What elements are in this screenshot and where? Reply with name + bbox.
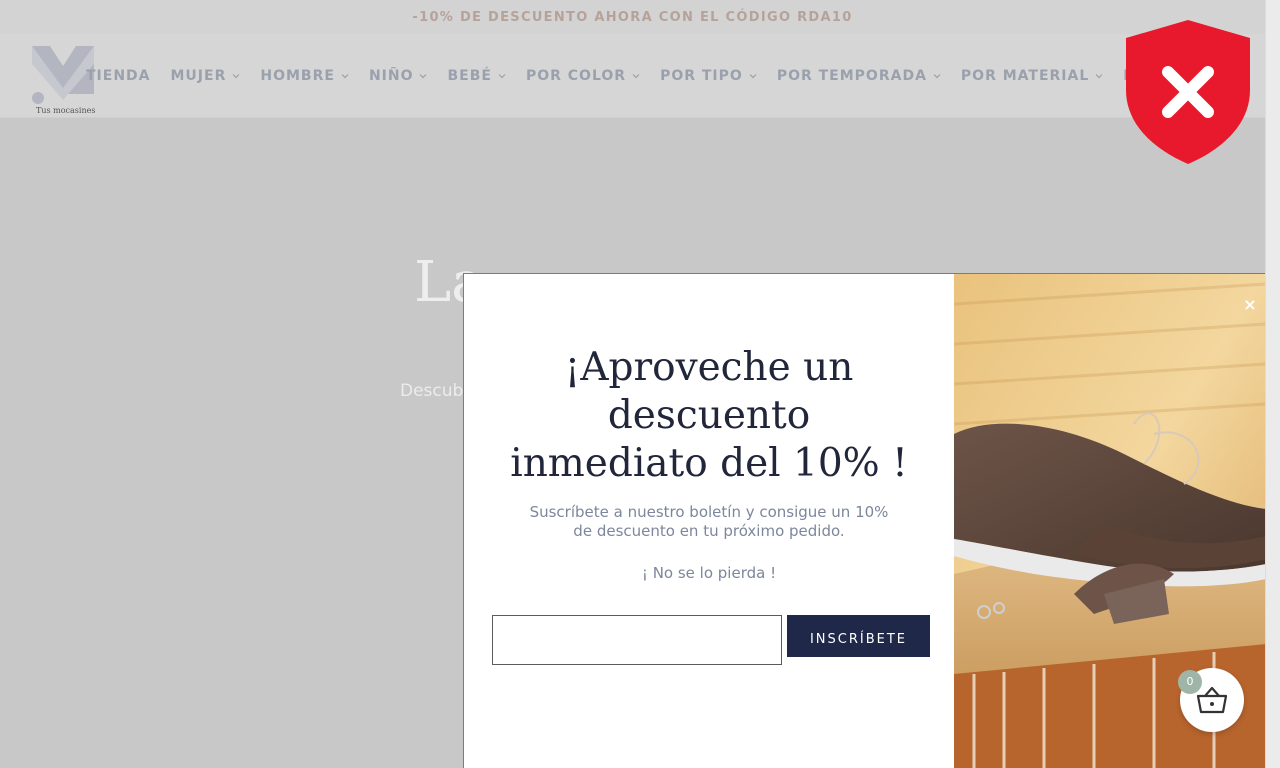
popup-description: Suscríbete a nuestro boletín y consigue … [529, 503, 889, 540]
newsletter-popup: ¡Aproveche un descuento inmediato del 10… [463, 273, 1265, 768]
chevron-down-icon [933, 74, 941, 79]
nav-item-mujer[interactable]: MUJER [171, 68, 241, 84]
chevron-down-icon [749, 74, 757, 79]
nav-item-label: HOMBRE [260, 68, 335, 84]
popup-title: ¡Aproveche un descuento inmediato del 10… [464, 344, 954, 488]
nav-item-label: POR TIPO [660, 68, 743, 84]
nav-item-label: POR TEMPORADA [776, 68, 927, 84]
announcement-text: -10% DE DESCUENTO AHORA CON EL CÓDIGO RD… [412, 9, 853, 25]
nav-item-label: MUJER [170, 68, 227, 84]
nav-item-tienda[interactable]: TIENDA [86, 68, 151, 84]
close-icon[interactable]: × [1240, 295, 1260, 315]
popup-title-line: inmediato del 10% ! [510, 441, 908, 486]
nav-item-label: POR COLOR [525, 68, 627, 84]
nav-item-label: BEBÉ [447, 68, 492, 84]
popup-note: ¡ No se lo pierda ! [641, 564, 777, 582]
chevron-down-icon [232, 74, 240, 79]
nav-item-por-material[interactable]: POR MATERIAL [961, 68, 1103, 84]
nav-item-hombre[interactable]: HOMBRE [260, 68, 349, 84]
nav-item-por-color[interactable]: POR COLOR [526, 68, 640, 84]
nav-item-por-temporada[interactable]: POR TEMPORADA [777, 68, 941, 84]
nav-item-niño[interactable]: NIÑO [369, 68, 428, 84]
nav-item-label: POR MATERIAL [960, 68, 1090, 84]
chevron-down-icon [632, 74, 640, 79]
shield-x-icon[interactable] [1126, 20, 1250, 164]
email-field[interactable] [492, 615, 782, 665]
basket-icon [1196, 686, 1228, 714]
main-nav: TIENDA MUJER HOMBRE NIÑO BEBÉ POR COLOR POR TI… [86, 34, 1230, 118]
chevron-down-icon [1095, 74, 1103, 79]
popup-title-line: descuento [607, 393, 811, 438]
nav-item-bebé[interactable]: BEBÉ [447, 68, 506, 84]
nav-item-label: TIENDA [86, 68, 151, 84]
chevron-down-icon [420, 74, 427, 79]
site-header: Tus mocasines TIENDA MUJER HOMBRE NIÑO BEBÉ P… [0, 34, 1265, 118]
subscribe-button[interactable]: INSCRÍBETE [787, 615, 930, 657]
cart-count-badge: 0 [1178, 670, 1202, 694]
chevron-down-icon [498, 74, 506, 79]
chevron-down-icon [341, 74, 349, 79]
popup-title-line: ¡Aproveche un [564, 345, 854, 390]
announcement-bar: -10% DE DESCUENTO AHORA CON EL CÓDIGO RD… [0, 0, 1265, 34]
nav-item-por-tipo[interactable]: POR TIPO [660, 68, 757, 84]
scrollbar[interactable] [1265, 0, 1280, 768]
nav-item-label: NIÑO [368, 68, 414, 84]
hero-subtitle: Descub [400, 381, 464, 401]
popup-content: ¡Aproveche un descuento inmediato del 10… [464, 274, 954, 768]
